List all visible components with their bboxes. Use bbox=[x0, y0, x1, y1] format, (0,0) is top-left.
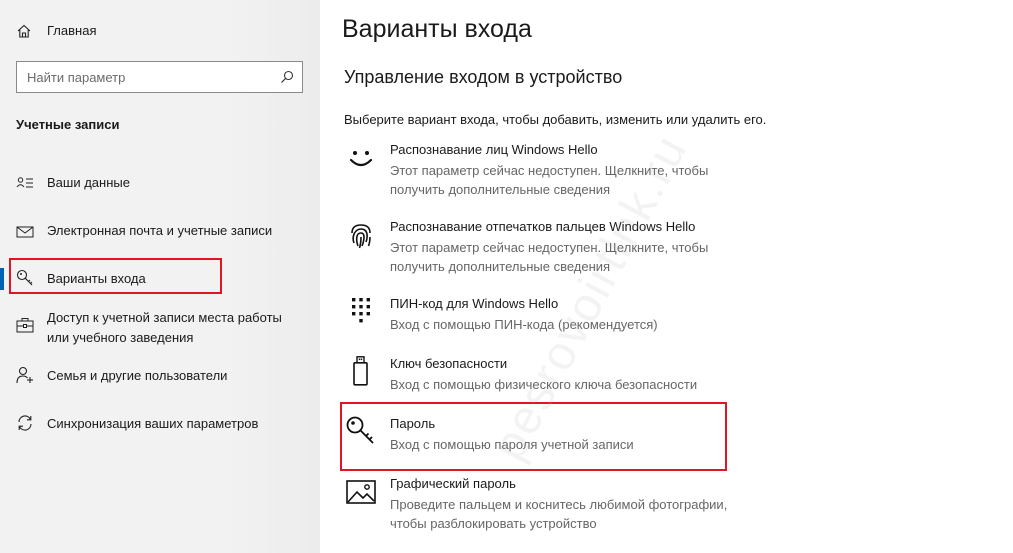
key-icon bbox=[16, 269, 33, 286]
option-title: Распознавание отпечатков пальцев Windows… bbox=[390, 219, 696, 234]
option-title: Ключ безопасности bbox=[390, 356, 508, 371]
option-fingerprint[interactable]: Распознавание отпечатков пальцев Windows… bbox=[340, 219, 760, 275]
sidebar-item-label: Синхронизация ваших параметров bbox=[47, 416, 259, 431]
face-icon bbox=[349, 151, 373, 167]
section-subtitle: Управление входом в устройство bbox=[344, 67, 623, 87]
option-desc-line1: Проведите пальцем и коснитесь любимой фо… bbox=[390, 497, 728, 512]
mail-icon bbox=[16, 226, 34, 238]
picture-icon bbox=[346, 480, 376, 504]
page-title: Варианты входа bbox=[342, 15, 532, 43]
home-label: Главная bbox=[47, 23, 97, 38]
option-desc-line1: Этот параметр сейчас недоступен. Щелкнит… bbox=[390, 163, 709, 178]
option-pin[interactable]: ПИН-код для Windows Hello Вход с помощью… bbox=[340, 296, 760, 336]
person-add-icon bbox=[16, 366, 33, 384]
person-card-icon bbox=[16, 177, 33, 188]
sidebar: Главная Учетные записи Ваши данные Элект… bbox=[0, 0, 320, 553]
sidebar-item-family-users[interactable]: Семья и другие пользователи bbox=[0, 365, 320, 389]
home-nav-item[interactable]: Главная bbox=[0, 14, 320, 48]
option-picture-password[interactable]: Графический пароль Проведите пальцем и к… bbox=[340, 476, 760, 532]
option-security-key[interactable]: Ключ безопасности Вход с помощью физичес… bbox=[340, 356, 760, 396]
option-desc-line2: чтобы разблокировать устройство bbox=[390, 516, 597, 531]
key-icon bbox=[346, 416, 374, 444]
briefcase-icon bbox=[16, 318, 34, 333]
sidebar-item-sync-settings[interactable]: Синхронизация ваших параметров bbox=[0, 413, 320, 437]
sidebar-item-label-line1: Доступ к учетной записи места работы bbox=[47, 310, 282, 325]
sidebar-item-label-line2: или учебного заведения bbox=[47, 330, 194, 345]
search-icon[interactable] bbox=[280, 70, 294, 84]
usb-key-icon bbox=[353, 356, 368, 386]
option-title: Графический пароль bbox=[390, 476, 516, 491]
fingerprint-icon bbox=[351, 224, 371, 249]
option-title: Пароль bbox=[390, 416, 436, 431]
option-face-recognition[interactable]: Распознавание лиц Windows Hello Этот пар… bbox=[340, 142, 760, 198]
sidebar-item-sign-in-options[interactable]: Варианты входа bbox=[0, 268, 320, 292]
sidebar-item-label: Ваши данные bbox=[47, 175, 130, 190]
sidebar-item-label: Электронная почта и учетные записи bbox=[47, 223, 273, 238]
option-desc-line1: Вход с помощью ПИН-кода (рекомендуется) bbox=[390, 317, 658, 332]
keypad-icon bbox=[352, 298, 370, 323]
home-icon bbox=[17, 24, 31, 38]
search-input[interactable] bbox=[17, 62, 267, 92]
option-title: Распознавание лиц Windows Hello bbox=[390, 142, 598, 157]
option-desc-line2: получить дополнительные сведения bbox=[390, 259, 611, 274]
option-password[interactable]: Пароль Вход с помощью пароля учетной зап… bbox=[340, 416, 760, 456]
option-desc-line1: Вход с помощью пароля учетной записи bbox=[390, 437, 634, 452]
sidebar-item-your-info[interactable]: Ваши данные bbox=[0, 172, 320, 196]
sidebar-item-work-school-access[interactable]: Доступ к учетной записи места работы или… bbox=[0, 307, 320, 349]
option-desc-line2: получить дополнительные сведения bbox=[390, 182, 611, 197]
search-box[interactable] bbox=[16, 61, 303, 93]
instruction-text: Выберите вариант входа, чтобы добавить, … bbox=[344, 112, 767, 127]
sidebar-item-email-accounts[interactable]: Электронная почта и учетные записи bbox=[0, 220, 320, 244]
main-content: Варианты входа Управление входом в устро… bbox=[320, 0, 1013, 553]
sidebar-item-label: Семья и другие пользователи bbox=[47, 368, 228, 383]
option-desc-line1: Этот параметр сейчас недоступен. Щелкнит… bbox=[390, 240, 709, 255]
sync-icon bbox=[18, 415, 32, 431]
sidebar-item-label: Варианты входа bbox=[47, 271, 146, 286]
option-desc-line1: Вход с помощью физического ключа безопас… bbox=[390, 377, 698, 392]
section-title-accounts: Учетные записи bbox=[16, 117, 120, 132]
option-title: ПИН-код для Windows Hello bbox=[390, 296, 559, 311]
